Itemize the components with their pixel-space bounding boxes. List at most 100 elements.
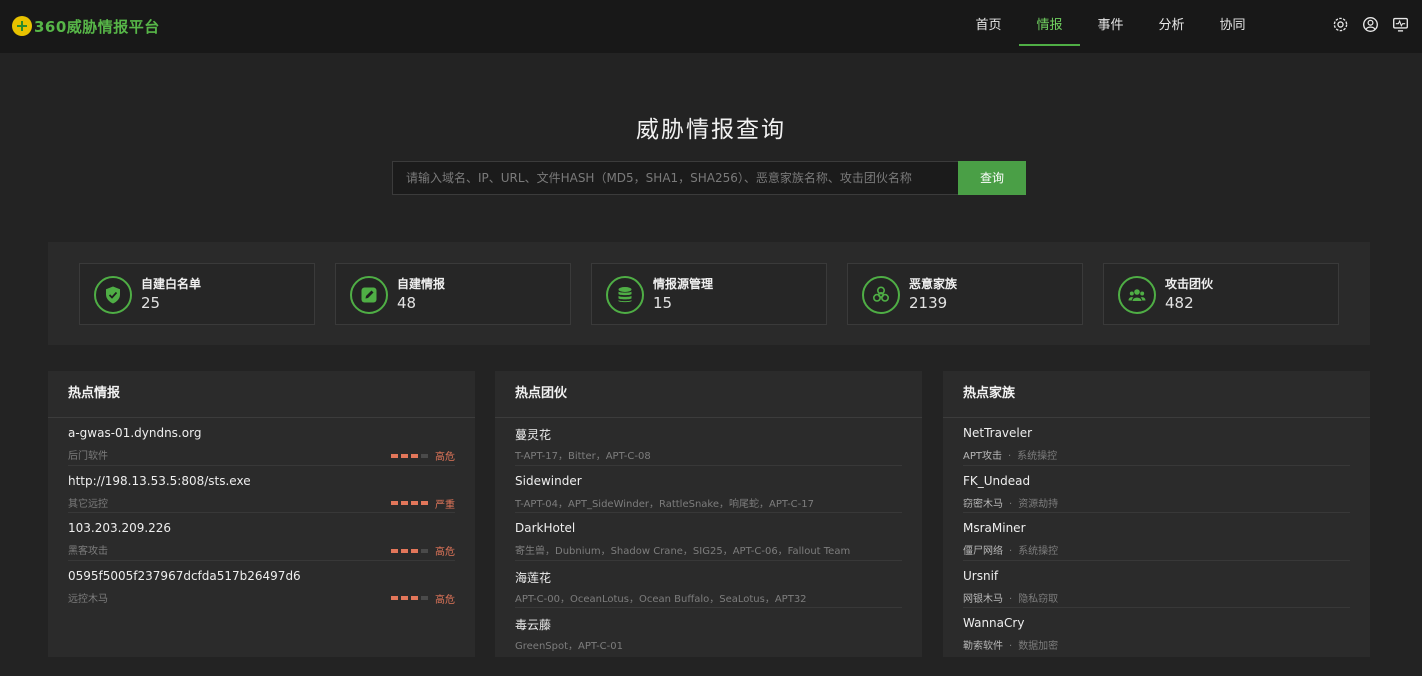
stat-card-whitelist[interactable]: 自建白名单 25 xyxy=(79,263,315,325)
family-name: WannaCry xyxy=(963,616,1025,631)
group-name: Sidewinder xyxy=(515,473,582,488)
search-box xyxy=(392,161,959,195)
severity-bar xyxy=(401,596,408,601)
intel-indicator: a-gwas-01.dyndns.org xyxy=(68,426,202,440)
family-behavior: 资源劫持 xyxy=(1018,498,1059,510)
family-item[interactable]: NetTraveler APT攻击 · 系统操控 xyxy=(963,418,1350,466)
severity-indicator: 高危 xyxy=(391,448,455,463)
family-behavior: 系统操控 xyxy=(1018,546,1059,558)
severity-indicator: 高危 xyxy=(391,591,455,606)
top-icons xyxy=(1332,16,1409,33)
family-tags: 窃密木马 · 资源劫持 xyxy=(963,495,1058,510)
severity-bar xyxy=(411,596,418,601)
stat-label: 攻击团伙 xyxy=(1165,277,1214,291)
stats-panel: 自建白名单 25 自建情报 48 情报源管理 15 恶意家族 2139 攻击团伙… xyxy=(48,242,1370,345)
search-input[interactable] xyxy=(393,162,958,194)
intel-indicator: http://198.13.53.5:808/sts.exe xyxy=(68,473,251,488)
database-icon xyxy=(606,276,644,314)
tag-separator: · xyxy=(1009,593,1013,605)
logo-text: 360威胁情报平台 xyxy=(34,17,160,36)
intel-item[interactable]: a-gwas-01.dyndns.org 后门软件 高危 xyxy=(68,418,455,466)
intel-item[interactable]: 103.203.209.226 黑客攻击 高危 xyxy=(68,513,455,561)
severity-bar xyxy=(421,548,428,553)
logo[interactable]: 360威胁情报平台 xyxy=(12,14,160,38)
intel-indicator: 103.203.209.226 xyxy=(68,521,172,536)
search-button[interactable]: 查询 xyxy=(958,161,1026,195)
intel-type: 远控木马 xyxy=(68,593,108,605)
settings-icon[interactable] xyxy=(1332,16,1349,33)
nav-item-events[interactable]: 事件 xyxy=(1080,0,1141,53)
severity-bar xyxy=(421,596,428,601)
hot-families-panel: 热点家族 NetTraveler APT攻击 · 系统操控 FK_Undead 窃密… xyxy=(943,371,1370,657)
group-name: 毒云藤 xyxy=(515,618,552,633)
family-item[interactable]: Ursnif 网银木马 · 隐私窃取 xyxy=(963,561,1350,609)
user-icon[interactable] xyxy=(1362,16,1379,33)
biohazard-icon xyxy=(862,276,900,314)
main-nav: 首页 情报 事件 分析 协同 xyxy=(958,0,1263,53)
severity-label: 严重 xyxy=(435,499,455,511)
family-name: FK_Undead xyxy=(963,473,1031,488)
stat-card-groups[interactable]: 攻击团伙 482 xyxy=(1103,263,1339,325)
intel-type: 黑客攻击 xyxy=(68,546,108,558)
severity-label: 高危 xyxy=(435,594,455,606)
family-tags: 勒索软件 · 数据加密 xyxy=(963,637,1058,652)
severity-label: 高危 xyxy=(435,452,455,463)
stat-label: 自建白名单 xyxy=(141,277,202,291)
hot-groups-panel: 热点团伙 蔓灵花 T-APT-17，Bitter，APT-C-08 Sidewi… xyxy=(495,371,922,657)
group-item[interactable]: DarkHotel 寄生兽，Dubnium，Shadow Crane，SIG25… xyxy=(515,513,902,561)
severity-bar xyxy=(411,501,418,506)
severity-bar xyxy=(391,453,398,458)
stat-label: 恶意家族 xyxy=(909,277,958,291)
stat-card-custom-intel[interactable]: 自建情报 48 xyxy=(335,263,571,325)
group-item[interactable]: 海莲花 APT-C-00，OceanLotus，Ocean Buffalo，Se… xyxy=(515,561,902,609)
group-aliases: 寄生兽，Dubnium，Shadow Crane，SIG25，APT-C-06，… xyxy=(515,546,851,558)
search-title: 威胁情报查询 xyxy=(636,117,786,143)
family-category: 勒索软件 xyxy=(963,641,1003,653)
stat-value: 48 xyxy=(397,294,417,312)
severity-indicator: 高危 xyxy=(391,543,455,558)
family-tags: 网银木马 · 隐私窃取 xyxy=(963,590,1058,605)
group-aliases: T-APT-04，APT_SideWinder，RattleSnake，响尾蛇，… xyxy=(515,498,814,510)
family-item[interactable]: MsraMiner 僵尸网络 · 系统操控 xyxy=(963,513,1350,561)
top-bar: 360威胁情报平台 首页 情报 事件 分析 协同 xyxy=(0,0,1422,53)
stat-value: 2139 xyxy=(909,294,948,312)
nav-item-collab[interactable]: 协同 xyxy=(1202,0,1263,53)
family-category: 窃密木马 xyxy=(963,498,1003,510)
group-icon xyxy=(1118,276,1156,314)
severity-bar xyxy=(401,453,408,458)
intel-item[interactable]: http://198.13.53.5:808/sts.exe 其它远控 严重 xyxy=(68,466,455,514)
intel-type: 后门软件 xyxy=(68,451,108,462)
intel-indicator: 0595f5005f237967dcfda517b26497d6 xyxy=(68,568,301,583)
family-item[interactable]: FK_Undead 窃密木马 · 资源劫持 xyxy=(963,466,1350,514)
tag-separator: · xyxy=(1007,451,1012,462)
nav-item-intel[interactable]: 情报 xyxy=(1019,0,1080,53)
nav-item-analysis[interactable]: 分析 xyxy=(1141,0,1202,53)
group-name: 海莲花 xyxy=(515,570,552,585)
nav-item-home[interactable]: 首页 xyxy=(958,0,1019,53)
stat-value: 15 xyxy=(653,294,673,312)
stat-label: 自建情报 xyxy=(397,277,446,291)
stat-card-families[interactable]: 恶意家族 2139 xyxy=(847,263,1083,325)
family-name: MsraMiner xyxy=(963,521,1026,536)
severity-bar xyxy=(411,548,418,553)
group-item[interactable]: 毒云藤 GreenSpot，APT-C-01 xyxy=(515,608,902,656)
family-name: Ursnif xyxy=(963,568,999,583)
group-aliases: APT-C-00，OceanLotus，Ocean Buffalo，SeaLot… xyxy=(515,593,807,605)
severity-bar xyxy=(421,501,428,506)
family-category: 网银木马 xyxy=(963,593,1003,605)
panel-title: 热点家族 xyxy=(943,371,1370,418)
monitor-icon[interactable] xyxy=(1392,16,1409,33)
family-item[interactable]: WannaCry 勒索软件 · 数据加密 xyxy=(963,608,1350,656)
stat-card-sources[interactable]: 情报源管理 15 xyxy=(591,263,827,325)
group-item[interactable]: Sidewinder T-APT-04，APT_SideWinder，Rattl… xyxy=(515,466,902,514)
group-aliases: T-APT-17，Bitter，APT-C-08 xyxy=(515,451,651,462)
family-behavior: 数据加密 xyxy=(1018,641,1059,653)
group-item[interactable]: 蔓灵花 T-APT-17，Bitter，APT-C-08 xyxy=(515,418,902,466)
stat-label: 情报源管理 xyxy=(653,277,714,291)
stat-value: 25 xyxy=(141,294,161,312)
group-name: 蔓灵花 xyxy=(515,428,552,442)
panel-title: 热点情报 xyxy=(48,371,475,418)
intel-item[interactable]: 0595f5005f237967dcfda517b26497d6 远控木马 高危 xyxy=(68,561,455,609)
severity-bar xyxy=(411,453,418,458)
tag-separator: · xyxy=(1009,546,1013,558)
